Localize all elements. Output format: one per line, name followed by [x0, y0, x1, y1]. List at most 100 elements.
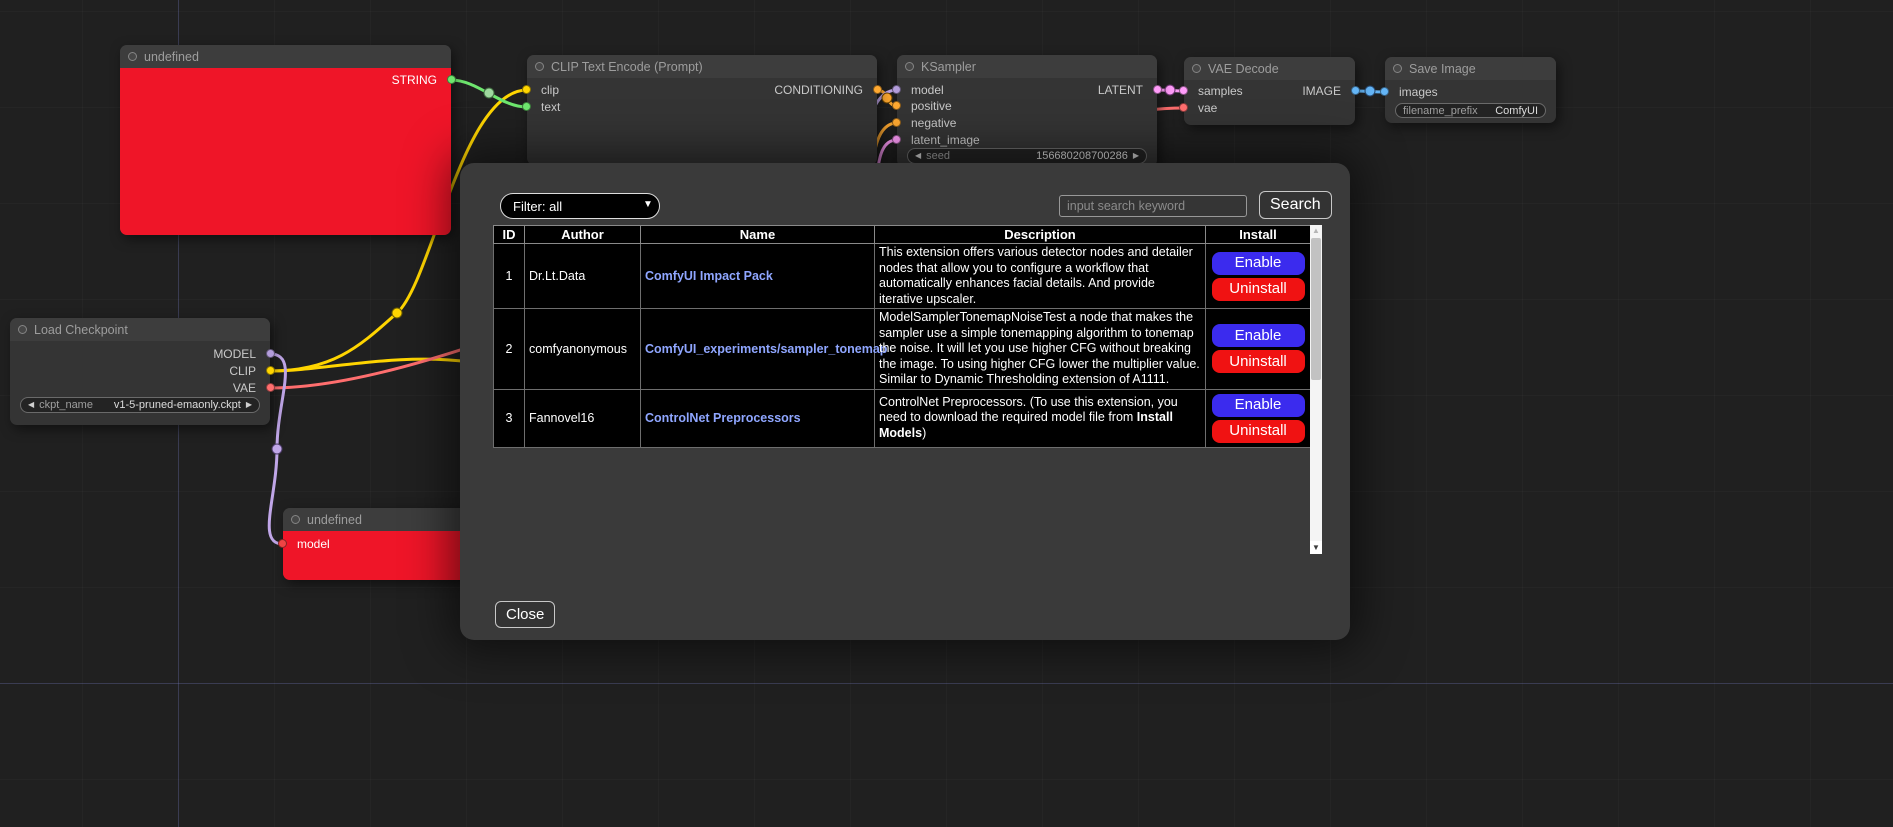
grid-axis-horizontal — [0, 683, 1893, 684]
search-input[interactable] — [1059, 195, 1247, 217]
enable-button[interactable]: Enable — [1212, 252, 1305, 275]
link-dot-model[interactable] — [272, 444, 282, 454]
extension-table: ID Author Name Description Install 1 Dr.… — [493, 225, 1311, 448]
node-undefined-bottom[interactable]: undefined model — [283, 508, 473, 580]
input-slot-samples: samples — [1184, 84, 1243, 98]
image-port-icon[interactable] — [1380, 87, 1389, 96]
ckpt-name-widget[interactable]: ◀ ckpt_name v1-5-pruned-emaonly.ckpt ▶ — [20, 397, 260, 413]
positive-port-icon[interactable] — [892, 101, 901, 110]
collapse-dot-icon[interactable] — [1393, 64, 1402, 73]
clip-port-icon[interactable] — [522, 85, 531, 94]
node-header[interactable]: KSampler — [897, 55, 1157, 78]
cell-description: This extension offers various detector n… — [875, 244, 1206, 309]
collapse-dot-icon[interactable] — [18, 325, 27, 334]
collapse-dot-icon[interactable] — [905, 62, 914, 71]
image-port-icon[interactable] — [1351, 86, 1360, 95]
vae-port-icon[interactable] — [266, 383, 275, 392]
filter-select[interactable]: Filter: all — [500, 193, 660, 219]
input-slot-text: text — [527, 100, 560, 114]
node-vae-decode[interactable]: VAE Decode samples vae IMAGE — [1184, 57, 1355, 125]
vae-port-icon[interactable] — [1179, 103, 1188, 112]
description-text: ControlNet Preprocessors. (To use this e… — [879, 395, 1178, 425]
node-header[interactable]: undefined — [283, 508, 473, 531]
link-dot-conditioning[interactable] — [882, 93, 892, 103]
text-port-icon[interactable] — [522, 102, 531, 111]
output-slot-string: STRING — [392, 73, 451, 87]
extension-link[interactable]: ControlNet Preprocessors — [645, 411, 801, 425]
node-title: VAE Decode — [1208, 62, 1279, 76]
link-dot-string[interactable] — [484, 88, 494, 98]
conditioning-port-icon[interactable] — [873, 85, 882, 94]
extension-table-wrap: ID Author Name Description Install 1 Dr.… — [493, 225, 1322, 554]
table-row: 2 comfyanonymous ComfyUI_experiments/sam… — [494, 309, 1311, 390]
node-header[interactable]: CLIP Text Encode (Prompt) — [527, 55, 877, 78]
input-slot-negative: negative — [897, 116, 956, 130]
collapse-dot-icon[interactable] — [291, 515, 300, 524]
table-row: 1 Dr.Lt.Data ComfyUI Impact Pack This ex… — [494, 244, 1311, 309]
input-slot-vae: vae — [1184, 101, 1217, 115]
uninstall-button[interactable]: Uninstall — [1212, 350, 1305, 373]
widget-label: ckpt_name — [39, 399, 93, 411]
widget-value: 156680208700286 — [1036, 150, 1128, 162]
enable-button[interactable]: Enable — [1212, 394, 1305, 417]
model-port-icon[interactable] — [266, 349, 275, 358]
node-ksampler[interactable]: KSampler model positive negative latent_… — [897, 55, 1157, 167]
node-header[interactable]: Load Checkpoint — [10, 318, 270, 341]
uninstall-button[interactable]: Uninstall — [1212, 420, 1305, 443]
table-row: 3 Fannovel16 ControlNet Preprocessors Co… — [494, 389, 1311, 447]
link-dot-image[interactable] — [1365, 86, 1375, 96]
scroll-up-icon[interactable]: ▲ — [1310, 225, 1322, 237]
latent-port-icon[interactable] — [1179, 86, 1188, 95]
model-port-icon[interactable] — [892, 85, 901, 94]
node-header[interactable]: undefined — [120, 45, 451, 68]
latent-port-icon[interactable] — [892, 135, 901, 144]
model-port-icon[interactable] — [278, 539, 287, 548]
node-load-checkpoint[interactable]: Load Checkpoint MODEL CLIP VAE ◀ ckpt_na… — [10, 318, 270, 425]
filename-prefix-widget[interactable]: filename_prefix ComfyUI — [1395, 103, 1546, 118]
node-clip-text-encode[interactable]: CLIP Text Encode (Prompt) clip text COND… — [527, 55, 877, 165]
graph-canvas[interactable]: undefined STRING CLIP Text Encode (Promp… — [0, 0, 1893, 827]
string-port-icon[interactable] — [447, 75, 456, 84]
node-title: CLIP Text Encode (Prompt) — [551, 60, 703, 74]
enable-button[interactable]: Enable — [1212, 324, 1305, 347]
cell-install: Enable Uninstall — [1206, 389, 1311, 447]
node-header[interactable]: Save Image — [1385, 57, 1556, 80]
close-button[interactable]: Close — [495, 601, 555, 628]
decrement-icon[interactable]: ◀ — [915, 152, 921, 160]
collapse-dot-icon[interactable] — [1192, 64, 1201, 73]
latent-port-icon[interactable] — [1153, 85, 1162, 94]
wire-string-to-text[interactable] — [451, 80, 527, 107]
extension-link[interactable]: ComfyUI_experiments/sampler_tonemap — [645, 342, 887, 356]
output-slot-conditioning: CONDITIONING — [774, 83, 877, 97]
node-save-image[interactable]: Save Image images filename_prefix ComfyU… — [1385, 57, 1556, 123]
output-slot-image: IMAGE — [1302, 84, 1355, 98]
slot-label: LATENT — [1098, 83, 1143, 97]
increment-icon[interactable]: ▶ — [1133, 152, 1139, 160]
node-undefined-top[interactable]: undefined STRING — [120, 45, 451, 235]
increment-icon[interactable]: ▶ — [246, 401, 252, 409]
seed-widget[interactable]: ◀ seed 156680208700286 ▶ — [907, 148, 1147, 164]
node-title: Save Image — [1409, 62, 1476, 76]
cell-author: Dr.Lt.Data — [525, 244, 641, 309]
col-header-name: Name — [641, 226, 875, 244]
decrement-icon[interactable]: ◀ — [28, 401, 34, 409]
slot-label: VAE — [233, 381, 256, 395]
scrollbar-thumb[interactable] — [1311, 238, 1321, 380]
node-header[interactable]: VAE Decode — [1184, 57, 1355, 80]
search-button[interactable]: Search — [1259, 191, 1332, 219]
cell-description: ModelSamplerTonemapNoiseTest a node that… — [875, 309, 1206, 390]
collapse-dot-icon[interactable] — [535, 62, 544, 71]
scroll-down-icon[interactable]: ▼ — [1310, 541, 1322, 554]
uninstall-button[interactable]: Uninstall — [1212, 278, 1305, 301]
negative-port-icon[interactable] — [892, 118, 901, 127]
widget-label: filename_prefix — [1403, 105, 1478, 117]
node-title: undefined — [307, 513, 362, 527]
slot-label: STRING — [392, 73, 437, 87]
link-dot-clip[interactable] — [392, 308, 402, 318]
clip-port-icon[interactable] — [266, 366, 275, 375]
extension-link[interactable]: ComfyUI Impact Pack — [645, 269, 773, 283]
slot-label: IMAGE — [1302, 84, 1341, 98]
collapse-dot-icon[interactable] — [128, 52, 137, 61]
slot-label: negative — [911, 116, 956, 130]
link-dot-latent[interactable] — [1165, 85, 1175, 95]
